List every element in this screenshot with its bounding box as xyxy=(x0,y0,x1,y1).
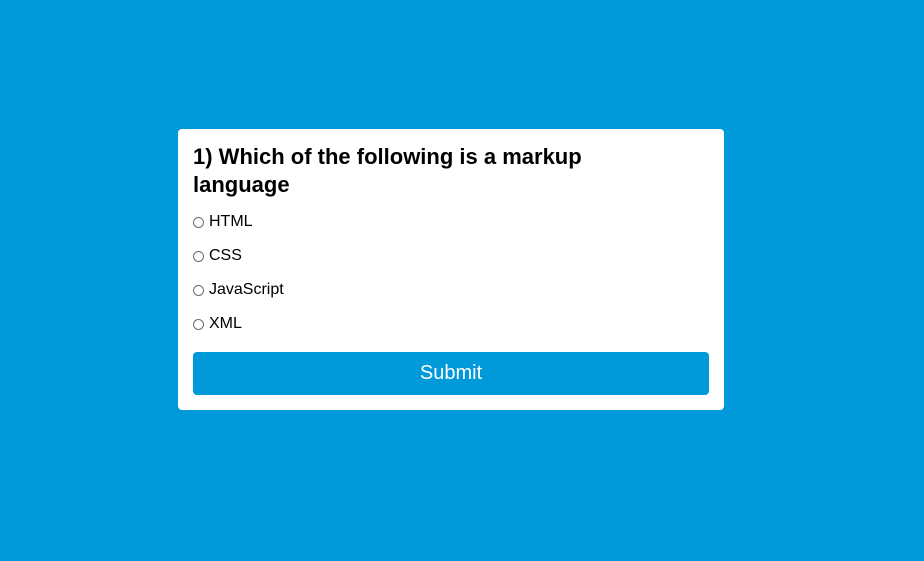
option-label: JavaScript xyxy=(209,281,284,298)
radio-button[interactable] xyxy=(193,284,204,296)
radio-button[interactable] xyxy=(193,250,204,262)
option-css[interactable]: CSS xyxy=(193,239,709,273)
answer-options: HTML CSS JavaScript XML xyxy=(193,205,709,341)
submit-button[interactable]: Submit xyxy=(193,352,709,395)
radio-button[interactable] xyxy=(193,216,204,228)
quiz-card: 1) Which of the following is a markup la… xyxy=(178,129,724,410)
option-javascript[interactable]: JavaScript xyxy=(193,273,709,307)
option-label: XML xyxy=(209,315,242,332)
option-label: CSS xyxy=(209,247,242,264)
option-xml[interactable]: XML xyxy=(193,307,709,341)
question-text: 1) Which of the following is a markup la… xyxy=(193,144,582,197)
option-html[interactable]: HTML xyxy=(193,205,709,239)
option-label: HTML xyxy=(209,213,253,230)
radio-button[interactable] xyxy=(193,318,204,330)
